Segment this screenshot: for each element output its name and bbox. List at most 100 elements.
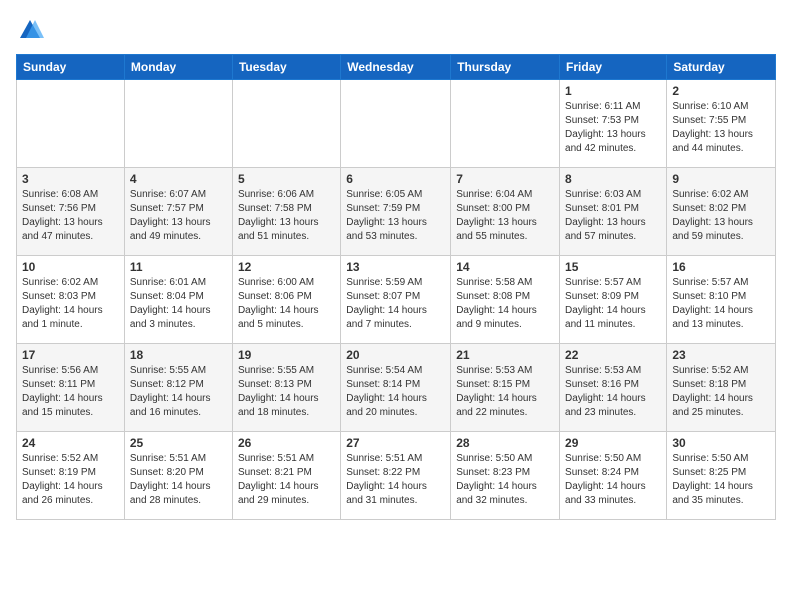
day-info: Sunrise: 6:05 AM Sunset: 7:59 PM Dayligh… <box>346 188 445 244</box>
calendar-cell: 29 Sunrise: 5:50 AM Sunset: 8:24 PM Dayli… <box>560 432 667 520</box>
day-number: 11 <box>130 260 227 274</box>
day-info: Sunrise: 5:58 AM Sunset: 8:08 PM Dayligh… <box>456 276 554 332</box>
calendar-cell: 21Sunrise: 5:53 AM Sunset: 8:15 PM Dayli… <box>451 344 560 432</box>
day-info: Sunrise: 5:55 AM Sunset: 8:13 PM Dayligh… <box>238 364 335 420</box>
day-info: Sunrise: 6:07 AM Sunset: 7:57 PM Dayligh… <box>130 188 227 244</box>
day-number: 8 <box>565 172 661 186</box>
day-number: 18 <box>130 348 227 362</box>
day-number: 10 <box>22 260 119 274</box>
day-info: Sunrise: 5:50 AM Sunset: 8:25 PM Dayligh… <box>672 452 770 508</box>
calendar-cell: 2 Sunrise: 6:10 AM Sunset: 7:55 PM Daylig… <box>667 80 776 168</box>
day-number: 22 <box>565 348 661 362</box>
calendar-cell: 24 Sunrise: 5:52 AM Sunset: 8:19 PM Dayli… <box>17 432 125 520</box>
day-info: Sunrise: 5:51 AM Sunset: 8:21 PM Dayligh… <box>238 452 335 508</box>
day-info: Sunrise: 6:10 AM Sunset: 7:55 PM Dayligh… <box>672 100 770 156</box>
day-number: 15 <box>565 260 661 274</box>
day-info: Sunrise: 6:03 AM Sunset: 8:01 PM Dayligh… <box>565 188 661 244</box>
weekday-header: Monday <box>124 55 232 80</box>
calendar-cell: 8 Sunrise: 6:03 AM Sunset: 8:01 PM Daylig… <box>560 168 667 256</box>
calendar-cell <box>232 80 340 168</box>
calendar-cell: 16 Sunrise: 5:57 AM Sunset: 8:10 PM Dayli… <box>667 256 776 344</box>
day-info: Sunrise: 5:57 AM Sunset: 8:10 PM Dayligh… <box>672 276 770 332</box>
day-info: Sunrise: 5:52 AM Sunset: 8:19 PM Dayligh… <box>22 452 119 508</box>
day-number: 20 <box>346 348 445 362</box>
day-info: Sunrise: 6:02 AM Sunset: 8:03 PM Dayligh… <box>22 276 119 332</box>
calendar-cell <box>17 80 125 168</box>
calendar-cell: 12Sunrise: 6:00 AM Sunset: 8:06 PM Dayli… <box>232 256 340 344</box>
calendar-cell: 27Sunrise: 5:51 AM Sunset: 8:22 PM Dayli… <box>341 432 451 520</box>
calendar-cell <box>451 80 560 168</box>
day-number: 25 <box>130 436 227 450</box>
calendar-cell: 10 Sunrise: 6:02 AM Sunset: 8:03 PM Dayli… <box>17 256 125 344</box>
day-number: 19 <box>238 348 335 362</box>
day-info: Sunrise: 5:59 AM Sunset: 8:07 PM Dayligh… <box>346 276 445 332</box>
day-number: 3 <box>22 172 119 186</box>
day-number: 2 <box>672 84 770 98</box>
day-info: Sunrise: 6:02 AM Sunset: 8:02 PM Dayligh… <box>672 188 770 244</box>
page-header <box>16 16 776 44</box>
calendar-table: SundayMondayTuesdayWednesdayThursdayFrid… <box>16 54 776 520</box>
logo <box>16 16 48 44</box>
calendar-cell: 9 Sunrise: 6:02 AM Sunset: 8:02 PM Daylig… <box>667 168 776 256</box>
calendar-cell: 14 Sunrise: 5:58 AM Sunset: 8:08 PM Dayli… <box>451 256 560 344</box>
calendar-week-row: 10 Sunrise: 6:02 AM Sunset: 8:03 PM Dayli… <box>17 256 776 344</box>
day-info: Sunrise: 6:00 AM Sunset: 8:06 PM Dayligh… <box>238 276 335 332</box>
weekday-header: Saturday <box>667 55 776 80</box>
calendar-cell: 3 Sunrise: 6:08 AM Sunset: 7:56 PM Daylig… <box>17 168 125 256</box>
calendar-week-row: 1 Sunrise: 6:11 AM Sunset: 7:53 PM Daylig… <box>17 80 776 168</box>
weekday-header: Tuesday <box>232 55 340 80</box>
day-number: 14 <box>456 260 554 274</box>
day-info: Sunrise: 6:01 AM Sunset: 8:04 PM Dayligh… <box>130 276 227 332</box>
day-info: Sunrise: 5:55 AM Sunset: 8:12 PM Dayligh… <box>130 364 227 420</box>
day-number: 4 <box>130 172 227 186</box>
day-info: Sunrise: 5:56 AM Sunset: 8:11 PM Dayligh… <box>22 364 119 420</box>
day-number: 6 <box>346 172 445 186</box>
logo-icon <box>16 16 44 44</box>
calendar-cell: 26 Sunrise: 5:51 AM Sunset: 8:21 PM Dayli… <box>232 432 340 520</box>
calendar-cell: 25 Sunrise: 5:51 AM Sunset: 8:20 PM Dayli… <box>124 432 232 520</box>
day-number: 5 <box>238 172 335 186</box>
calendar-cell: 15 Sunrise: 5:57 AM Sunset: 8:09 PM Dayli… <box>560 256 667 344</box>
day-number: 28 <box>456 436 554 450</box>
calendar-week-row: 17Sunrise: 5:56 AM Sunset: 8:11 PM Dayli… <box>17 344 776 432</box>
calendar-cell: 11 Sunrise: 6:01 AM Sunset: 8:04 PM Dayli… <box>124 256 232 344</box>
calendar-cell: 6 Sunrise: 6:05 AM Sunset: 7:59 PM Daylig… <box>341 168 451 256</box>
day-number: 9 <box>672 172 770 186</box>
day-info: Sunrise: 5:57 AM Sunset: 8:09 PM Dayligh… <box>565 276 661 332</box>
day-info: Sunrise: 5:54 AM Sunset: 8:14 PM Dayligh… <box>346 364 445 420</box>
calendar-cell: 13 Sunrise: 5:59 AM Sunset: 8:07 PM Dayli… <box>341 256 451 344</box>
calendar-cell: 22 Sunrise: 5:53 AM Sunset: 8:16 PM Dayli… <box>560 344 667 432</box>
day-number: 27 <box>346 436 445 450</box>
day-info: Sunrise: 5:53 AM Sunset: 8:16 PM Dayligh… <box>565 364 661 420</box>
day-number: 1 <box>565 84 661 98</box>
day-number: 26 <box>238 436 335 450</box>
day-info: Sunrise: 5:50 AM Sunset: 8:23 PM Dayligh… <box>456 452 554 508</box>
calendar-cell: 20 Sunrise: 5:54 AM Sunset: 8:14 PM Dayli… <box>341 344 451 432</box>
calendar-week-row: 24 Sunrise: 5:52 AM Sunset: 8:19 PM Dayli… <box>17 432 776 520</box>
calendar-cell <box>124 80 232 168</box>
calendar-cell: 28 Sunrise: 5:50 AM Sunset: 8:23 PM Dayli… <box>451 432 560 520</box>
day-info: Sunrise: 5:52 AM Sunset: 8:18 PM Dayligh… <box>672 364 770 420</box>
day-info: Sunrise: 6:11 AM Sunset: 7:53 PM Dayligh… <box>565 100 661 156</box>
calendar-cell: 4 Sunrise: 6:07 AM Sunset: 7:57 PM Daylig… <box>124 168 232 256</box>
calendar-cell: 7 Sunrise: 6:04 AM Sunset: 8:00 PM Daylig… <box>451 168 560 256</box>
day-info: Sunrise: 5:53 AM Sunset: 8:15 PM Dayligh… <box>456 364 554 420</box>
calendar-cell: 30Sunrise: 5:50 AM Sunset: 8:25 PM Dayli… <box>667 432 776 520</box>
day-info: Sunrise: 5:51 AM Sunset: 8:20 PM Dayligh… <box>130 452 227 508</box>
day-number: 29 <box>565 436 661 450</box>
day-info: Sunrise: 5:50 AM Sunset: 8:24 PM Dayligh… <box>565 452 661 508</box>
calendar-cell: 23Sunrise: 5:52 AM Sunset: 8:18 PM Dayli… <box>667 344 776 432</box>
weekday-header: Wednesday <box>341 55 451 80</box>
day-info: Sunrise: 6:06 AM Sunset: 7:58 PM Dayligh… <box>238 188 335 244</box>
day-number: 24 <box>22 436 119 450</box>
day-number: 13 <box>346 260 445 274</box>
weekday-header: Sunday <box>17 55 125 80</box>
day-number: 7 <box>456 172 554 186</box>
calendar-cell <box>341 80 451 168</box>
calendar-cell: 19 Sunrise: 5:55 AM Sunset: 8:13 PM Dayli… <box>232 344 340 432</box>
day-info: Sunrise: 6:08 AM Sunset: 7:56 PM Dayligh… <box>22 188 119 244</box>
calendar-cell: 18 Sunrise: 5:55 AM Sunset: 8:12 PM Dayli… <box>124 344 232 432</box>
calendar-header-row: SundayMondayTuesdayWednesdayThursdayFrid… <box>17 55 776 80</box>
day-number: 16 <box>672 260 770 274</box>
day-info: Sunrise: 6:04 AM Sunset: 8:00 PM Dayligh… <box>456 188 554 244</box>
